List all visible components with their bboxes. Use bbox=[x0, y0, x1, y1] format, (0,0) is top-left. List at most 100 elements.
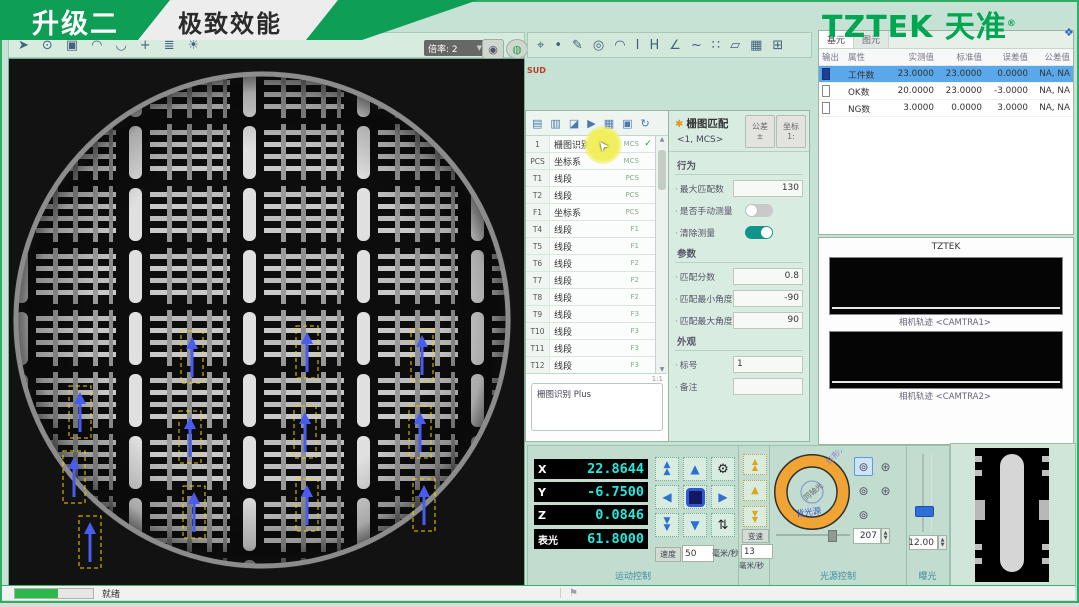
calculator-icon[interactable]: ⊞ bbox=[772, 39, 783, 52]
scroll-down-icon[interactable]: ▼ bbox=[656, 366, 668, 373]
bottom-control-strip: X22.8644 Y-6.7500 Z0.0846 表光61.8000 ▲▲▲⚙… bbox=[527, 445, 950, 587]
step-row[interactable]: T12线段F3 bbox=[526, 357, 655, 373]
light-mode-side-icon[interactable]: ⊛ bbox=[876, 481, 895, 500]
tab-elements[interactable]: 图元 bbox=[854, 31, 889, 48]
z-up-fast-button[interactable]: ▲▲ bbox=[743, 454, 767, 475]
exposure-slider-handle[interactable] bbox=[915, 506, 934, 517]
speed-unit: 毫米/秒 bbox=[712, 548, 739, 559]
jog-down-button[interactable]: ▼ bbox=[683, 513, 707, 537]
pattern-tool-icon[interactable]: ∷ bbox=[712, 39, 720, 52]
jog-up-fast-button[interactable]: ▲▲ bbox=[655, 457, 679, 481]
output-checkbox[interactable] bbox=[822, 85, 830, 97]
flag-icon: ⚑ bbox=[569, 588, 578, 599]
coordinate-button[interactable]: 坐标 1: bbox=[776, 115, 806, 148]
table-row[interactable]: NG数 3.0000 0.0000 3.0000 NA, NA bbox=[819, 100, 1073, 117]
match-score-input[interactable]: 0.8 bbox=[733, 268, 803, 285]
light-mode-ring-icon[interactable]: ⊚ bbox=[854, 457, 873, 476]
light-mode-coax-icon[interactable]: ⊛ bbox=[876, 457, 895, 476]
light-mode-aux-icon[interactable]: ⊚ bbox=[854, 505, 873, 524]
step-row[interactable]: T7线段F2 bbox=[526, 272, 655, 289]
layers-icon[interactable]: ≣ bbox=[164, 39, 175, 52]
crosshair-icon[interactable]: + bbox=[140, 39, 151, 52]
step-row[interactable]: T1线段PCS bbox=[526, 170, 655, 187]
step-row[interactable]: T2线段PCS bbox=[526, 187, 655, 204]
tab-primitives[interactable]: 基元 bbox=[819, 31, 854, 48]
plugin-card[interactable]: 栅图识别 Plus bbox=[531, 383, 663, 431]
distance-tool-icon[interactable]: I bbox=[636, 39, 640, 52]
line-tool-icon[interactable]: ✎ bbox=[572, 39, 583, 52]
circle-tool-icon[interactable]: ◎ bbox=[593, 39, 604, 52]
light-value-spinner[interactable]: ▲▼ bbox=[881, 528, 890, 544]
section-title-appearance: 外观 bbox=[675, 331, 803, 351]
light-slider-track[interactable] bbox=[776, 534, 850, 536]
point-tool-icon[interactable]: • bbox=[554, 39, 562, 52]
magnification-select[interactable]: 倍率: 2 ▼ bbox=[424, 40, 486, 56]
step-row[interactable]: T8线段F2 bbox=[526, 289, 655, 306]
copy-step-icon[interactable]: ▤ bbox=[532, 117, 542, 130]
jog-down-fast-button[interactable]: ▼▼ bbox=[655, 513, 679, 537]
step-row[interactable]: T9线段F3 bbox=[526, 306, 655, 323]
curve-tool-icon[interactable]: ~ bbox=[691, 39, 702, 52]
z-up-button[interactable]: ▲ bbox=[743, 480, 767, 501]
paste-step-icon[interactable]: ▥ bbox=[550, 117, 560, 130]
steps-scrollbar[interactable]: ▲ ▼ bbox=[655, 136, 668, 373]
refresh-icon[interactable]: ↻ bbox=[641, 117, 650, 130]
tolerance-button[interactable]: 公差 ± bbox=[745, 115, 775, 148]
world-view-button[interactable]: ◍ bbox=[506, 39, 528, 59]
report-view-icon[interactable]: ▣ bbox=[622, 117, 632, 130]
label-number-input[interactable]: 1 bbox=[733, 356, 803, 373]
manual-measure-toggle[interactable] bbox=[745, 204, 773, 217]
jog-left-button[interactable]: ◀ bbox=[655, 485, 679, 509]
blob-tool-icon[interactable]: ▱ bbox=[730, 39, 740, 52]
globe-icon: ◍ bbox=[512, 43, 522, 56]
arc-up-icon[interactable]: ◠ bbox=[91, 39, 102, 52]
z-speed-mode-button[interactable]: 变速 bbox=[742, 529, 769, 543]
jog-up-button[interactable]: ▲ bbox=[683, 457, 707, 481]
light-slider-handle[interactable] bbox=[828, 530, 837, 542]
table-row[interactable]: OK数 20.0000 23.0000 -3.0000 NA, NA bbox=[819, 83, 1073, 100]
z-speed-input[interactable]: 13 bbox=[741, 544, 773, 559]
exposure-slider-track[interactable] bbox=[922, 454, 924, 532]
grid-match-icon[interactable]: ▦ bbox=[750, 39, 762, 52]
step-row[interactable]: F1坐标系PCS bbox=[526, 204, 655, 221]
lamp-icon[interactable]: ☀ bbox=[188, 39, 200, 52]
save-step-icon[interactable]: ◪ bbox=[569, 117, 579, 130]
step-row[interactable]: T10线段F3 bbox=[526, 323, 655, 340]
camera-image-view[interactable] bbox=[8, 58, 525, 587]
exposure-spinner[interactable]: ▲▼ bbox=[938, 535, 947, 550]
step-row[interactable]: T5线段F1 bbox=[526, 238, 655, 255]
step-row[interactable]: T11线段F3 bbox=[526, 340, 655, 357]
max-matches-input[interactable]: 130 bbox=[733, 180, 803, 197]
exposure-value-input[interactable]: 12.00 bbox=[909, 535, 938, 550]
arc-tool-icon[interactable]: ◠ bbox=[614, 39, 625, 52]
jog-tune-button[interactable]: ⇅ bbox=[711, 513, 735, 537]
min-angle-input[interactable]: -90 bbox=[733, 290, 803, 307]
step-row[interactable]: T6线段F2 bbox=[526, 255, 655, 272]
camera-capture-button[interactable]: ◉ bbox=[482, 39, 504, 59]
remark-input[interactable] bbox=[733, 378, 803, 395]
max-angle-input[interactable]: 90 bbox=[733, 312, 803, 329]
angle-tool-icon[interactable]: ∠ bbox=[669, 39, 681, 52]
jog-right-button[interactable]: ▶ bbox=[711, 485, 735, 509]
light-value-input[interactable]: 207 bbox=[853, 528, 881, 544]
z-down-fast-button[interactable]: ▼▼ bbox=[743, 506, 767, 527]
light-mode-back-icon[interactable]: ⊚ bbox=[854, 481, 873, 500]
width-tool-icon[interactable]: H bbox=[649, 39, 659, 52]
arc-down-icon[interactable]: ◡ bbox=[115, 39, 126, 52]
coordinate-system-icon[interactable]: ⌖ bbox=[537, 39, 544, 52]
zoom-icon[interactable]: ⊙ bbox=[42, 39, 53, 52]
clear-measure-toggle[interactable] bbox=[745, 226, 773, 239]
output-checkbox[interactable] bbox=[822, 68, 830, 80]
jog-stop-button[interactable] bbox=[683, 485, 707, 509]
table-row[interactable]: 工件数 23.0000 23.0000 0.0000 NA, NA bbox=[819, 66, 1073, 83]
jog-settings-button[interactable]: ⚙ bbox=[711, 457, 735, 481]
scroll-thumb[interactable] bbox=[658, 150, 666, 190]
viewer-toolbar-icons: ➤ ⊙ ▣ ◠ ◡ + ≣ ☀ bbox=[18, 39, 199, 52]
snapshot-icon[interactable]: ▣ bbox=[66, 39, 78, 52]
step-row[interactable]: T4线段F1 bbox=[526, 221, 655, 238]
output-checkbox[interactable] bbox=[822, 102, 830, 114]
scroll-up-icon[interactable]: ▲ bbox=[656, 136, 668, 143]
light-ring-display[interactable]: 环形光 同轴光 背光源 bbox=[772, 450, 858, 536]
speed-input[interactable]: 50 bbox=[682, 545, 714, 562]
cursor-icon[interactable]: ➤ bbox=[18, 39, 29, 52]
